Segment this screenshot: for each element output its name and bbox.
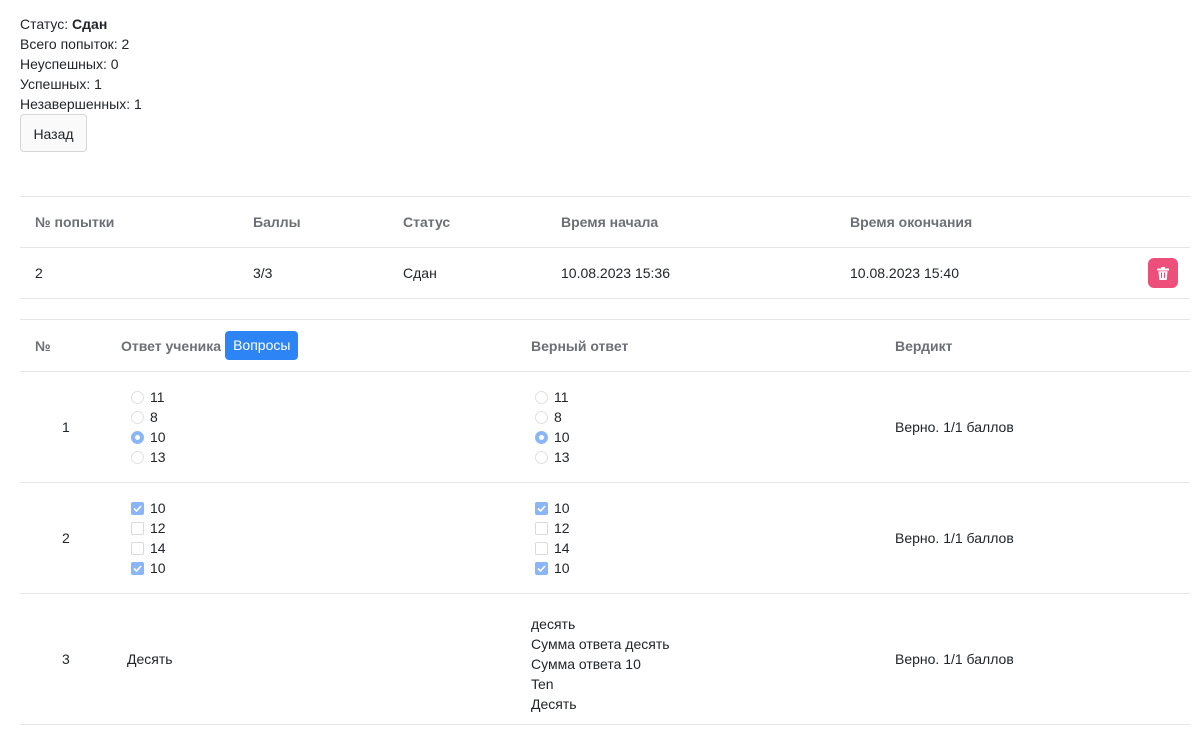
radio-option: 13: [535, 447, 570, 467]
checkbox-option: 10: [535, 498, 570, 518]
back-button[interactable]: Назад: [20, 114, 87, 152]
status-line: Статус: Сдан: [20, 16, 108, 32]
failed-attempts: Неуспешных: 0: [20, 56, 119, 72]
correct-text-variant: Ten: [531, 676, 554, 692]
header-score: Баллы: [253, 214, 301, 230]
header-student-answer: Ответ ученика Вопросы: [121, 320, 299, 371]
header-correct-answer: Верный ответ: [531, 337, 629, 354]
attempt-status: Сдан: [403, 265, 437, 281]
radio-button-selected: [131, 430, 144, 444]
radio-option: 11: [131, 387, 166, 407]
header-attempt-number: № попытки: [35, 214, 115, 230]
check-icon: [537, 504, 546, 512]
checkbox: [535, 521, 548, 535]
radio-button: [535, 450, 548, 464]
check-icon: [133, 504, 142, 512]
delete-attempt-button[interactable]: [1148, 258, 1178, 288]
radio-option: 11: [535, 387, 570, 407]
checkbox-option: 14: [131, 538, 166, 558]
radio-button: [131, 390, 144, 404]
checkbox: [131, 521, 144, 535]
checkbox-option: 14: [535, 538, 570, 558]
verdict: Верно. 1/1 баллов: [895, 651, 1014, 667]
verdict: Верно. 1/1 баллов: [895, 419, 1014, 435]
attempt-summary: Статус: Сдан Всего попыток: 2 Неуспешных…: [20, 14, 142, 114]
checkbox: [535, 541, 548, 555]
attempt-end-time: 10.08.2023 15:40: [850, 265, 959, 281]
answers-header-row: № Ответ ученика Вопросы Верный ответ Вер…: [20, 319, 1190, 371]
unfinished-attempts: Незавершенных: 1: [20, 96, 142, 112]
table-row: 3 Десять десять Сумма ответа десять Сумм…: [20, 593, 1190, 725]
questions-button[interactable]: Вопросы: [225, 331, 299, 360]
radio-button-selected: [535, 430, 548, 444]
correct-answer-options: 10 12 14 10: [535, 498, 570, 578]
question-number: 1: [62, 419, 70, 435]
checkbox-checked: [131, 501, 144, 515]
checkbox-checked: [535, 501, 548, 515]
radio-button: [131, 450, 144, 464]
radio-option: 8: [535, 407, 570, 427]
correct-answer-options: 11 8 10 13: [535, 387, 570, 467]
checkbox-checked: [131, 561, 144, 575]
correct-text-variant: Десять: [531, 696, 577, 712]
checkbox: [131, 541, 144, 555]
verdict: Верно. 1/1 баллов: [895, 530, 1014, 546]
student-answer-options: 10 12 14 10: [131, 498, 166, 578]
radio-button: [535, 390, 548, 404]
check-icon: [537, 564, 546, 572]
header-start-time: Время начала: [561, 214, 659, 230]
question-number: 2: [62, 530, 70, 546]
attempt-number: 2: [35, 265, 43, 281]
table-row[interactable]: 2 3/3 Сдан 10.08.2023 15:36 10.08.2023 1…: [20, 247, 1190, 299]
check-icon: [133, 564, 142, 572]
header-status: Статус: [403, 214, 451, 230]
successful-attempts: Успешных: 1: [20, 76, 102, 92]
table-row: 1 11 8 10 13 11 8 10 13 Верно. 1/1 балло…: [20, 371, 1190, 482]
question-number: 3: [62, 651, 70, 667]
radio-option: 13: [131, 447, 166, 467]
trash-icon: [1157, 266, 1169, 280]
correct-text-variant: Сумма ответа 10: [531, 656, 641, 672]
status-value: Сдан: [72, 16, 108, 32]
attempt-score: 3/3: [253, 265, 273, 281]
header-question-number: №: [35, 337, 51, 354]
correct-text-answers: десять Сумма ответа десять Сумма ответа …: [531, 614, 670, 714]
attempts-table: № попытки Баллы Статус Время начала Врем…: [20, 196, 1190, 299]
total-attempts: Всего попыток: 2: [20, 36, 130, 52]
correct-text-variant: Сумма ответа десять: [531, 636, 670, 652]
correct-text-variant: десять: [531, 616, 576, 632]
student-text-answer: Десять: [127, 651, 173, 667]
checkbox-option: 10: [535, 558, 570, 578]
checkbox-option: 10: [131, 498, 166, 518]
answers-table: № Ответ ученика Вопросы Верный ответ Вер…: [20, 319, 1190, 725]
checkbox-option: 12: [131, 518, 166, 538]
radio-option: 8: [131, 407, 166, 427]
attempts-header-row: № попытки Баллы Статус Время начала Врем…: [20, 196, 1190, 247]
checkbox-option: 10: [131, 558, 166, 578]
header-end-time: Время окончания: [850, 214, 973, 230]
radio-button: [131, 410, 144, 424]
checkbox-checked: [535, 561, 548, 575]
attempt-start-time: 10.08.2023 15:36: [561, 265, 670, 281]
radio-option: 10: [535, 427, 570, 447]
student-answer-options: 11 8 10 13: [131, 387, 166, 467]
header-verdict: Вердикт: [895, 337, 953, 354]
checkbox-option: 12: [535, 518, 570, 538]
radio-option: 10: [131, 427, 166, 447]
radio-button: [535, 410, 548, 424]
table-row: 2 10 12 14 10 10 12 14 10 Верно. 1/1 бал…: [20, 482, 1190, 593]
